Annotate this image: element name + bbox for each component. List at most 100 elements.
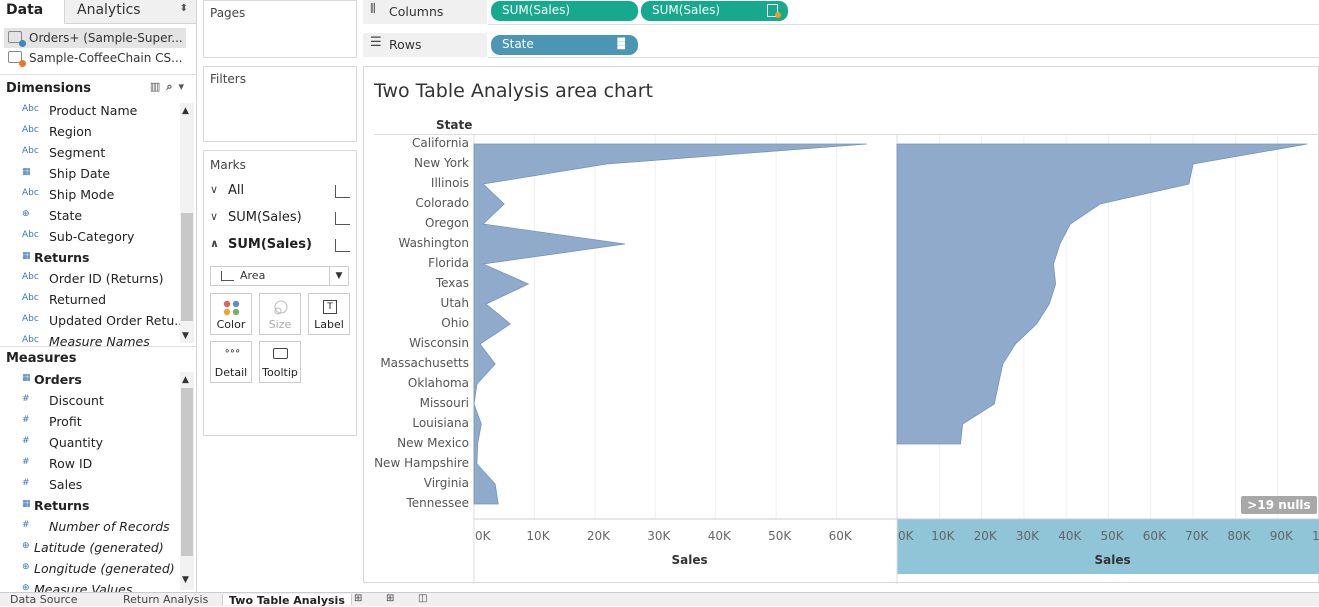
row-pill-state[interactable]: State ▬ ▬ ▬ — [491, 35, 638, 55]
measures-title: Measures — [6, 351, 77, 366]
marks-title: Marks — [210, 158, 246, 172]
marks-sum-sales-2[interactable]: ∧ SUM(Sales) — [206, 234, 354, 258]
scroll-up-icon[interactable]: ▲ — [182, 375, 189, 385]
axis-title[interactable]: Sales — [672, 553, 708, 567]
field-item[interactable]: Abc Updated Order Retu... — [0, 311, 180, 332]
scroll-thumb[interactable] — [181, 213, 193, 321]
data-pane: Data Analytics ⬍ Orders+ (Sample-Super..… — [0, 0, 197, 592]
measure-type-icon: # — [22, 394, 30, 404]
field-item[interactable]: # Quantity — [0, 433, 180, 454]
field-name: Quantity — [49, 435, 104, 450]
field-item[interactable]: ▦ Orders — [0, 370, 180, 391]
label-button[interactable]: T Label — [308, 293, 350, 335]
field-name: Row ID — [49, 456, 93, 471]
column-pill-sum-sales-1[interactable]: SUM(Sales) — [491, 1, 638, 21]
dimension-type-icon: Abc — [22, 104, 39, 114]
field-item[interactable]: Abc Returned — [0, 290, 180, 311]
field-item[interactable]: Abc Measure Names — [0, 332, 180, 353]
tooltip-label: Tooltip — [262, 366, 298, 379]
field-item[interactable]: Abc Product Name — [0, 101, 180, 122]
new-story-icon[interactable]: ◫ — [418, 593, 427, 605]
scroll-up-icon[interactable]: ▲ — [182, 106, 189, 116]
field-name: Measure Values — [34, 582, 133, 592]
chevron-up-icon[interactable]: ∧ — [210, 237, 219, 250]
sort-descending-icon[interactable]: ▬ ▬ ▬ — [617, 35, 626, 53]
field-item[interactable]: ⊕ State — [0, 206, 180, 227]
field-name: Product Name — [49, 103, 138, 118]
field-item[interactable]: Abc Ship Mode — [0, 185, 180, 206]
axis-tick-label: 40K — [708, 529, 732, 543]
datasource-orders[interactable]: Orders+ (Sample-Super... — [4, 28, 186, 48]
field-item[interactable]: Abc Region — [0, 122, 180, 143]
link-badge-icon — [775, 12, 781, 18]
detail-icon: ∘∘∘ — [224, 346, 241, 357]
marks-row-label: All — [228, 183, 245, 198]
measures-scrollbar[interactable]: ▲ ▼ — [180, 372, 194, 590]
rows-icon: ☰ — [370, 35, 382, 50]
field-name: Longitude (generated) — [34, 561, 175, 576]
field-item[interactable]: ▦ Ship Date — [0, 164, 180, 185]
dimension-type-icon: Abc — [22, 188, 39, 198]
field-item[interactable]: ⊕ Longitude (generated) — [0, 559, 180, 580]
mark-type-select[interactable]: Area ▼ — [210, 266, 349, 286]
nulls-indicator[interactable]: >19 nulls — [1241, 496, 1317, 514]
axis-tick-label: 10K — [931, 529, 955, 543]
tab-analytics-label: Analytics — [77, 2, 141, 18]
new-worksheet-icon[interactable]: ⊞ — [354, 593, 362, 605]
chevron-down-icon[interactable]: ∨ — [210, 183, 218, 196]
field-item[interactable]: # Row ID — [0, 454, 180, 475]
area-chart[interactable]: 0K 10K 20K 30K 40K 50K 60K Sales 0K 10K 20K 30K 40K 5… — [364, 67, 1319, 584]
field-item[interactable]: # Sales — [0, 475, 180, 496]
axis-tick-label: 10K — [526, 529, 550, 543]
field-item[interactable]: ▦ Returns — [0, 248, 180, 269]
measure-type-icon: # — [22, 520, 30, 530]
field-item[interactable]: # Number of Records — [0, 517, 180, 538]
marks-all[interactable]: ∨ All — [206, 180, 354, 204]
color-label: Color — [216, 318, 246, 331]
measure-type-icon: # — [22, 457, 30, 467]
tab-toggle-icon[interactable]: ⬍ — [180, 3, 188, 14]
color-button[interactable]: Color — [210, 293, 252, 335]
tab-data[interactable]: Data — [0, 0, 64, 24]
field-name: Returns — [34, 250, 90, 265]
axis-title[interactable]: Sales — [1095, 553, 1131, 567]
field-item[interactable]: Abc Segment — [0, 143, 180, 164]
column-pill-sum-sales-2[interactable]: SUM(Sales) — [641, 1, 788, 21]
filters-shelf[interactable]: Filters — [203, 66, 357, 142]
field-item[interactable]: ⊕ Latitude (generated) — [0, 538, 180, 559]
datasource-coffeechain[interactable]: Sample-CoffeeChain CS... — [4, 48, 186, 68]
tab-data-source[interactable]: Data Source — [10, 593, 78, 606]
field-item[interactable]: # Discount — [0, 391, 180, 412]
size-button[interactable]: Size — [259, 293, 301, 335]
scroll-down-icon[interactable]: ▼ — [182, 331, 189, 341]
field-item[interactable]: # Profit — [0, 412, 180, 433]
tab-two-table-analysis[interactable]: Two Table Analysis — [222, 594, 352, 607]
scroll-down-icon[interactable]: ▼ — [182, 575, 189, 585]
chevron-down-icon[interactable]: ▼ — [329, 267, 348, 285]
tab-analytics[interactable]: Analytics ⬍ — [64, 0, 196, 24]
tab-return-analysis[interactable]: Return Analysis — [123, 593, 208, 606]
rows-shelf-label: ☰ Rows — [363, 33, 487, 57]
pill-label: State — [502, 37, 534, 51]
dimensions-title: Dimensions — [6, 81, 91, 96]
field-item[interactable]: ⊕ Measure Values — [0, 580, 180, 592]
pages-shelf[interactable]: Pages — [203, 0, 357, 58]
dimension-type-icon: ⊕ — [22, 209, 30, 219]
field-item[interactable]: Abc Order ID (Returns) — [0, 269, 180, 290]
scroll-thumb[interactable] — [181, 388, 193, 556]
chevron-down-icon[interactable]: ∨ — [210, 210, 218, 223]
detail-button[interactable]: ∘∘∘ Detail — [210, 341, 252, 383]
sales-area-series[interactable] — [896, 143, 1308, 445]
axis-tick-label: 0K — [898, 529, 915, 543]
tooltip-icon — [273, 348, 288, 359]
marks-sum-sales-1[interactable]: ∨ SUM(Sales) — [206, 207, 354, 231]
field-item[interactable]: Abc Sub-Category — [0, 227, 180, 248]
sales-area-series[interactable] — [473, 143, 867, 505]
tooltip-button[interactable]: Tooltip — [259, 341, 301, 383]
new-dashboard-icon[interactable]: ⊞ — [386, 593, 394, 605]
axis-tick-label: 20K — [587, 529, 611, 543]
dimensions-tools[interactable]: ▥⌕▾ — [150, 80, 190, 94]
dimensions-scrollbar[interactable]: ▲ ▼ — [180, 103, 194, 343]
field-item[interactable]: ▦ Returns — [0, 496, 180, 517]
axis-tick-label: 20K — [974, 529, 998, 543]
